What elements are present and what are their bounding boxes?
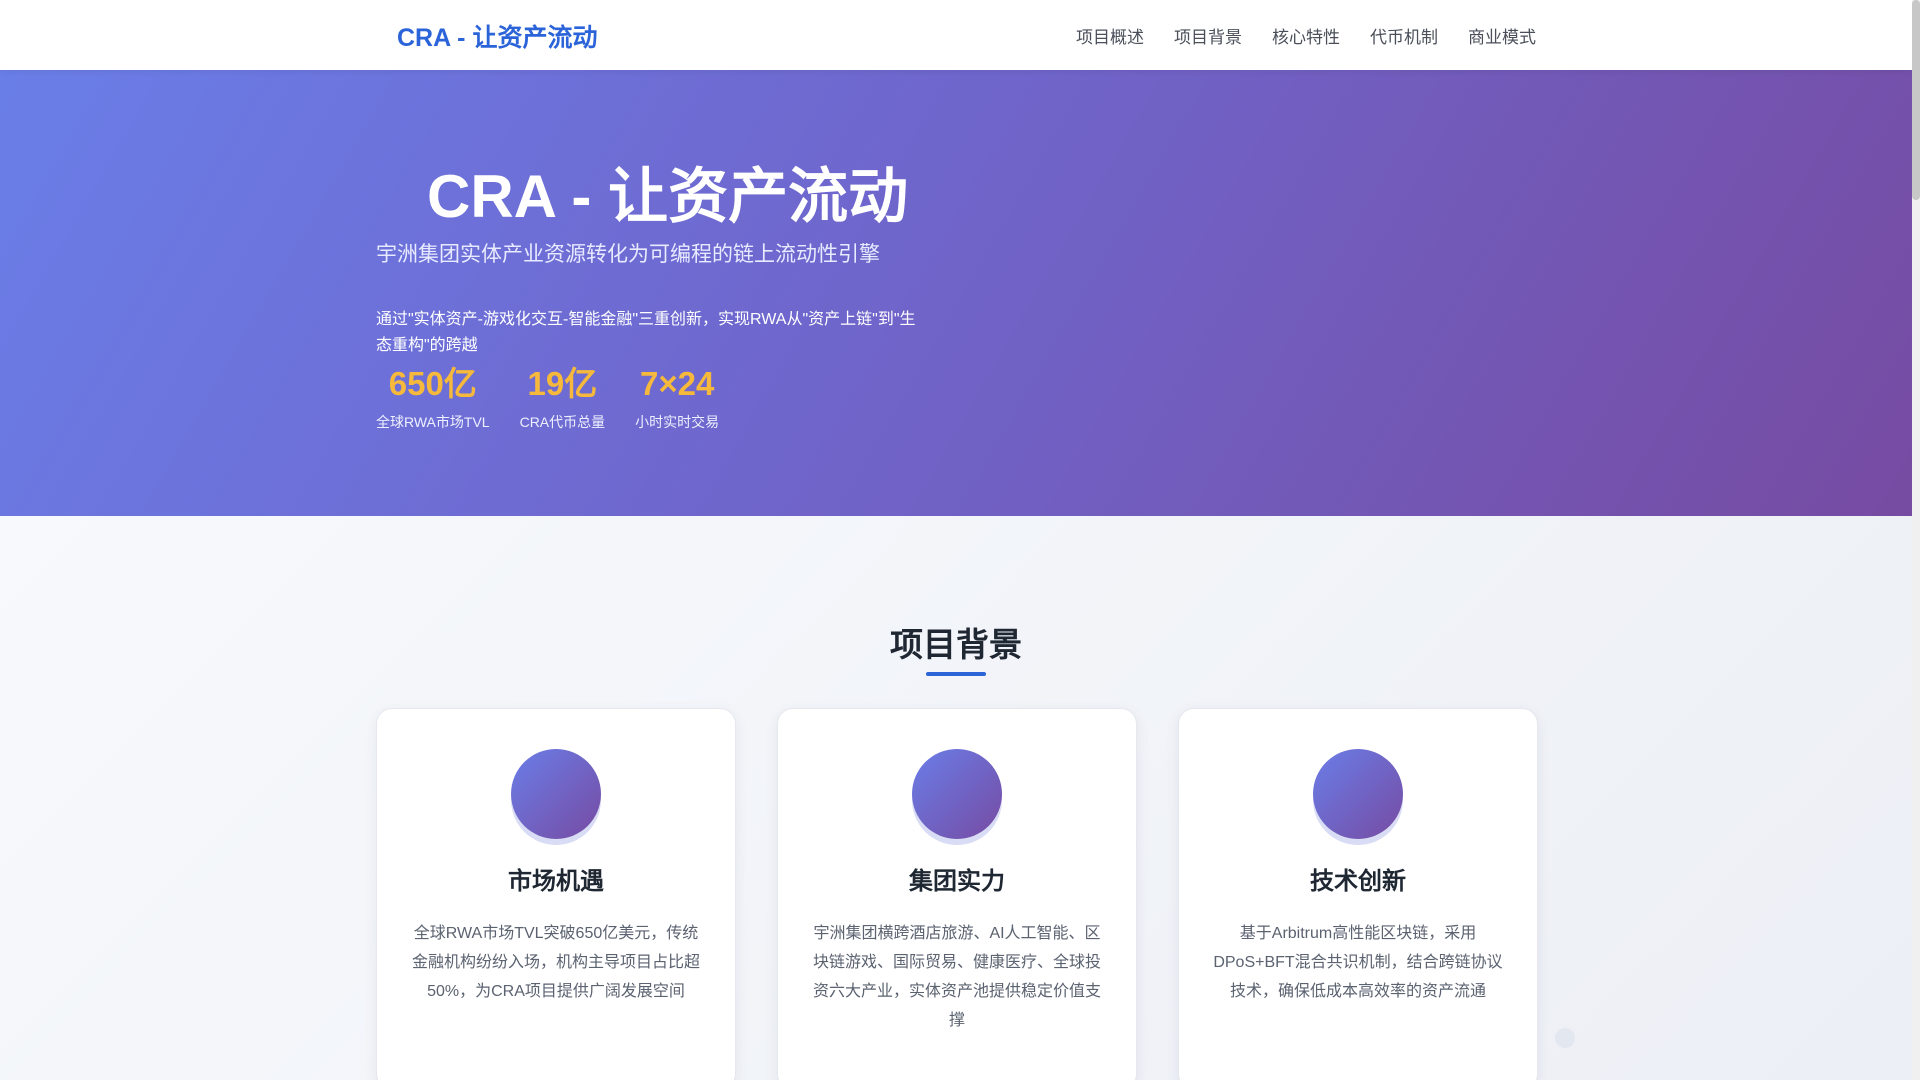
nav-item-overview[interactable]: 项目概述 bbox=[1076, 23, 1144, 48]
section-title: 项目背景 bbox=[890, 626, 1022, 663]
card-title: 技术创新 bbox=[1310, 868, 1406, 895]
scrollbar-thumb[interactable] bbox=[1912, 0, 1920, 200]
nav-item-features[interactable]: 核心特性 bbox=[1272, 23, 1340, 48]
hero-description: 通过"实体资产-游戏化交互-智能金融"三重创新，实现RWA从"资产上链"到"生态… bbox=[376, 311, 916, 354]
nav-menu: 项目概述 项目背景 核心特性 代币机制 商业模式 bbox=[1076, 23, 1536, 48]
page: CRA - 让资产流动 项目概述 项目背景 核心特性 代币机制 商业模式 CRA… bbox=[0, 0, 1912, 1080]
title-underline bbox=[926, 672, 986, 676]
hero-section: CRA - 让资产流动 宇洲集团实体产业资源转化为可编程的链上流动性引擎 通过"… bbox=[0, 70, 1912, 516]
stat-item: 19亿 CRA代币总量 bbox=[520, 364, 606, 432]
hero-subtitle: 宇洲集团实体产业资源转化为可编程的链上流动性引擎 bbox=[376, 243, 880, 266]
gradient-circle-icon bbox=[912, 749, 1002, 839]
feature-cards: 市场机遇 全球RWA市场TVL突破650亿美元，传统金融机构纷纷入场，机构主导项… bbox=[376, 708, 1538, 1080]
stat-item: 7×24 小时实时交易 bbox=[635, 364, 719, 432]
stat-label: 小时实时交易 bbox=[635, 414, 720, 430]
top-navbar: CRA - 让资产流动 项目概述 项目背景 核心特性 代币机制 商业模式 bbox=[0, 0, 1912, 70]
card-title: 市场机遇 bbox=[508, 868, 604, 895]
gradient-circle-icon bbox=[511, 749, 601, 839]
stat-value: 7×24 bbox=[639, 365, 715, 402]
nav-item-business-model[interactable]: 商业模式 bbox=[1468, 23, 1536, 48]
stat-label: 全球RWA市场TVL bbox=[376, 414, 490, 430]
scrollbar[interactable] bbox=[1912, 0, 1920, 1080]
gradient-circle-icon bbox=[1313, 749, 1403, 839]
card-text: 基于Arbitrum高性能区块链，采用DPoS+BFT混合共识机制，结合跨链协议… bbox=[1213, 925, 1503, 1000]
stat-value: 19亿 bbox=[527, 365, 598, 402]
stat-value: 650亿 bbox=[388, 365, 477, 402]
card-title: 集团实力 bbox=[909, 868, 1005, 895]
decorative-dot bbox=[1555, 1028, 1575, 1048]
hero-stats: 650亿 全球RWA市场TVL 19亿 CRA代币总量 7×24 小时实时交易 bbox=[376, 364, 719, 432]
card-text: 全球RWA市场TVL突破650亿美元，传统金融机构纷纷入场，机构主导项目占比超5… bbox=[411, 925, 700, 1000]
background-section: 项目背景 市场机遇 全球RWA市场TVL突破650亿美元，传统金融机构纷纷入场，… bbox=[0, 516, 1912, 1080]
stat-item: 650亿 全球RWA市场TVL bbox=[376, 364, 490, 432]
card-group-strength: 集团实力 宇洲集团横跨酒店旅游、AI人工智能、区块链游戏、国际贸易、健康医疗、全… bbox=[777, 708, 1137, 1080]
nav-item-tokenomics[interactable]: 代币机制 bbox=[1370, 23, 1438, 48]
card-text: 宇洲集团横跨酒店旅游、AI人工智能、区块链游戏、国际贸易、健康医疗、全球投资六大… bbox=[812, 925, 1101, 1029]
card-market-opportunity: 市场机遇 全球RWA市场TVL突破650亿美元，传统金融机构纷纷入场，机构主导项… bbox=[376, 708, 736, 1080]
hero-title: CRA - 让资产流动 bbox=[427, 163, 909, 230]
stat-label: CRA代币总量 bbox=[519, 414, 606, 430]
card-tech-innovation: 技术创新 基于Arbitrum高性能区块链，采用DPoS+BFT混合共识机制，结… bbox=[1178, 708, 1538, 1080]
site-logo[interactable]: CRA - 让资产流动 bbox=[397, 18, 597, 54]
nav-item-background[interactable]: 项目背景 bbox=[1174, 23, 1242, 48]
